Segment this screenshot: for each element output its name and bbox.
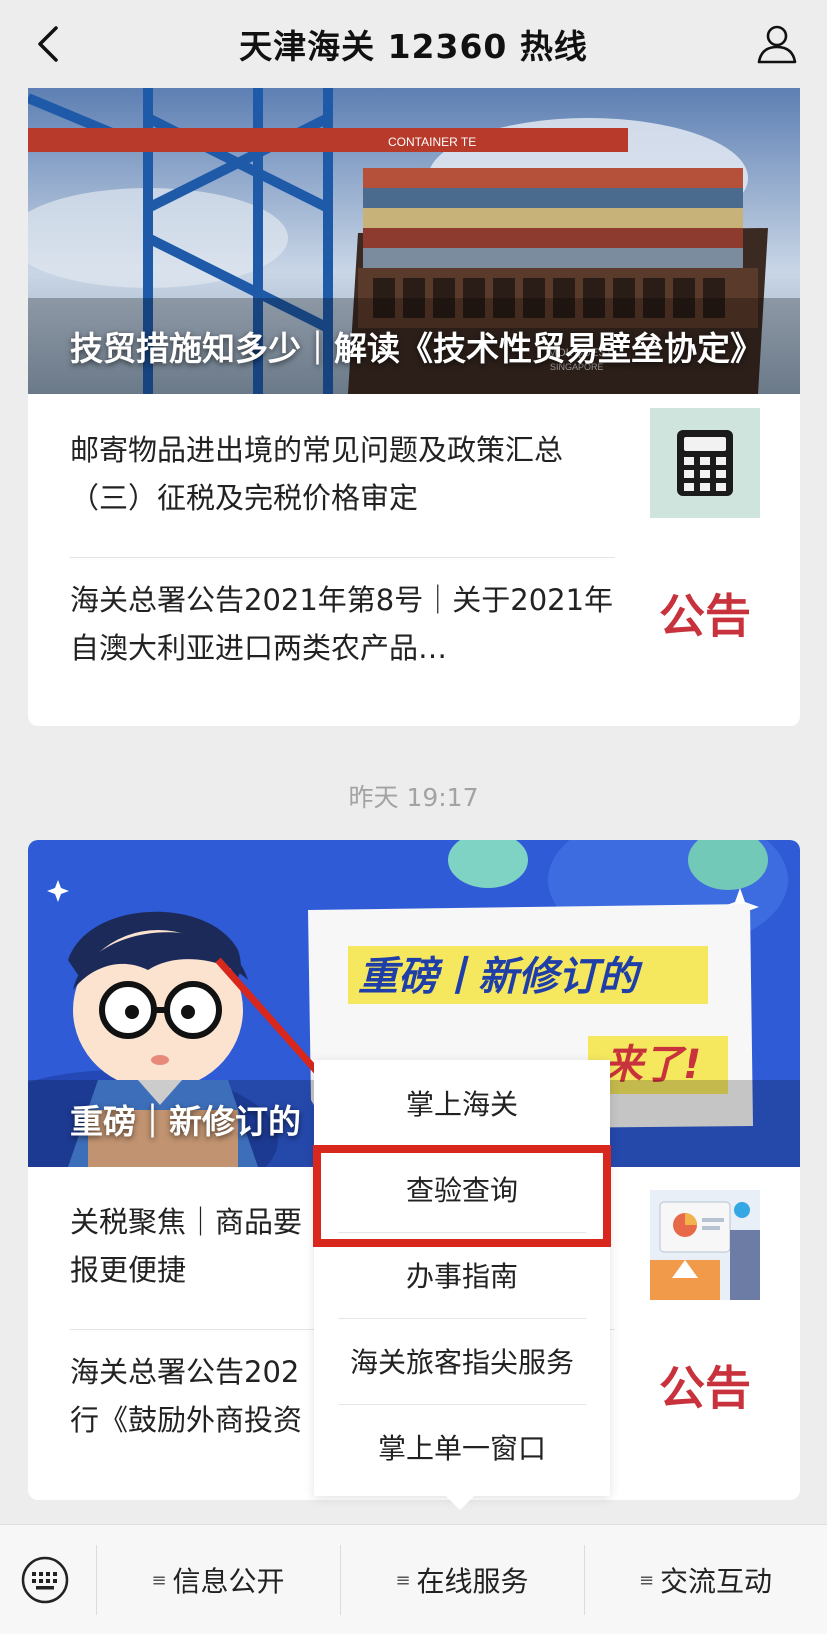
article-title: 海关总署公告2021年第8号｜关于2021年自澳大利亚进口两类农产品… (70, 583, 614, 665)
service-popup-menu: 掌上海关 查验查询 办事指南 海关旅客指尖服务 掌上单一窗口 (314, 1060, 610, 1511)
crane-label: CONTAINER TE (388, 135, 476, 149)
page-title: 天津海关 12360 热线 (239, 27, 588, 66)
menu-lines-icon: ≡ (151, 1569, 167, 1591)
tab-info-disclosure[interactable]: ≡ 信息公开 (96, 1525, 340, 1634)
back-arrow-icon[interactable] (28, 22, 72, 66)
banner-headline: 技贸措施知多少｜解读《技术性贸易壁垒协定》 (70, 329, 763, 368)
tab-interaction[interactable]: ≡ 交流互动 (584, 1525, 827, 1634)
article-card-1: CONTAINER TE MOL QUEST SINGAPORE 技贸措施知多少… (28, 88, 800, 726)
calculator-icon (650, 408, 760, 518)
announcement-thumb: 公告 (650, 1330, 760, 1440)
article-title: 邮寄物品进出境的常见问题及政策汇总（三）征税及完税价格审定 (70, 433, 564, 515)
menu-lines-icon: ≡ (395, 1569, 411, 1591)
article-title: 关税聚焦｜商品要报更便捷 (70, 1205, 303, 1287)
article-title: 海关总署公告202行《鼓励外商投资 (70, 1355, 303, 1437)
user-profile-icon[interactable] (753, 20, 801, 68)
tab-label: 在线服务 (416, 1565, 529, 1598)
highlight-box (313, 1145, 611, 1247)
top-nav-bar: 天津海关 12360 热线 (0, 0, 827, 88)
list-item[interactable]: 海关总署公告2021年第8号｜关于2021年自澳大利亚进口两类农产品… 公告 (70, 558, 760, 708)
announcement-thumb-text: 公告 (659, 1361, 751, 1415)
menu-item-single-window[interactable]: 掌上单一窗口 (314, 1404, 610, 1490)
announcement-thumb: 公告 (650, 558, 760, 668)
list-item[interactable]: 邮寄物品进出境的常见问题及政策汇总（三）征税及完税价格审定 (70, 408, 760, 558)
article-banner-port[interactable]: CONTAINER TE MOL QUEST SINGAPORE 技贸措施知多少… (28, 88, 800, 394)
tab-online-service[interactable]: ≡ 在线服务 (340, 1525, 584, 1634)
menu-item-mobile-customs[interactable]: 掌上海关 (314, 1060, 610, 1146)
tab-label: 交流互动 (660, 1565, 773, 1598)
menu-item-traveler-service[interactable]: 海关旅客指尖服务 (314, 1318, 610, 1404)
tab-label: 信息公开 (172, 1565, 285, 1598)
message-timestamp: 昨天 19:17 (348, 783, 479, 812)
bottom-menu-bar: ≡ 信息公开 ≡ 在线服务 ≡ 交流互动 (0, 1524, 827, 1634)
keyboard-icon[interactable] (20, 1555, 70, 1605)
banner-headline-line1: 重磅丨新修订的 (358, 954, 643, 1000)
customs-service-thumb (650, 1190, 760, 1300)
announcement-thumb-text: 公告 (659, 589, 751, 643)
menu-lines-icon: ≡ (638, 1569, 655, 1591)
